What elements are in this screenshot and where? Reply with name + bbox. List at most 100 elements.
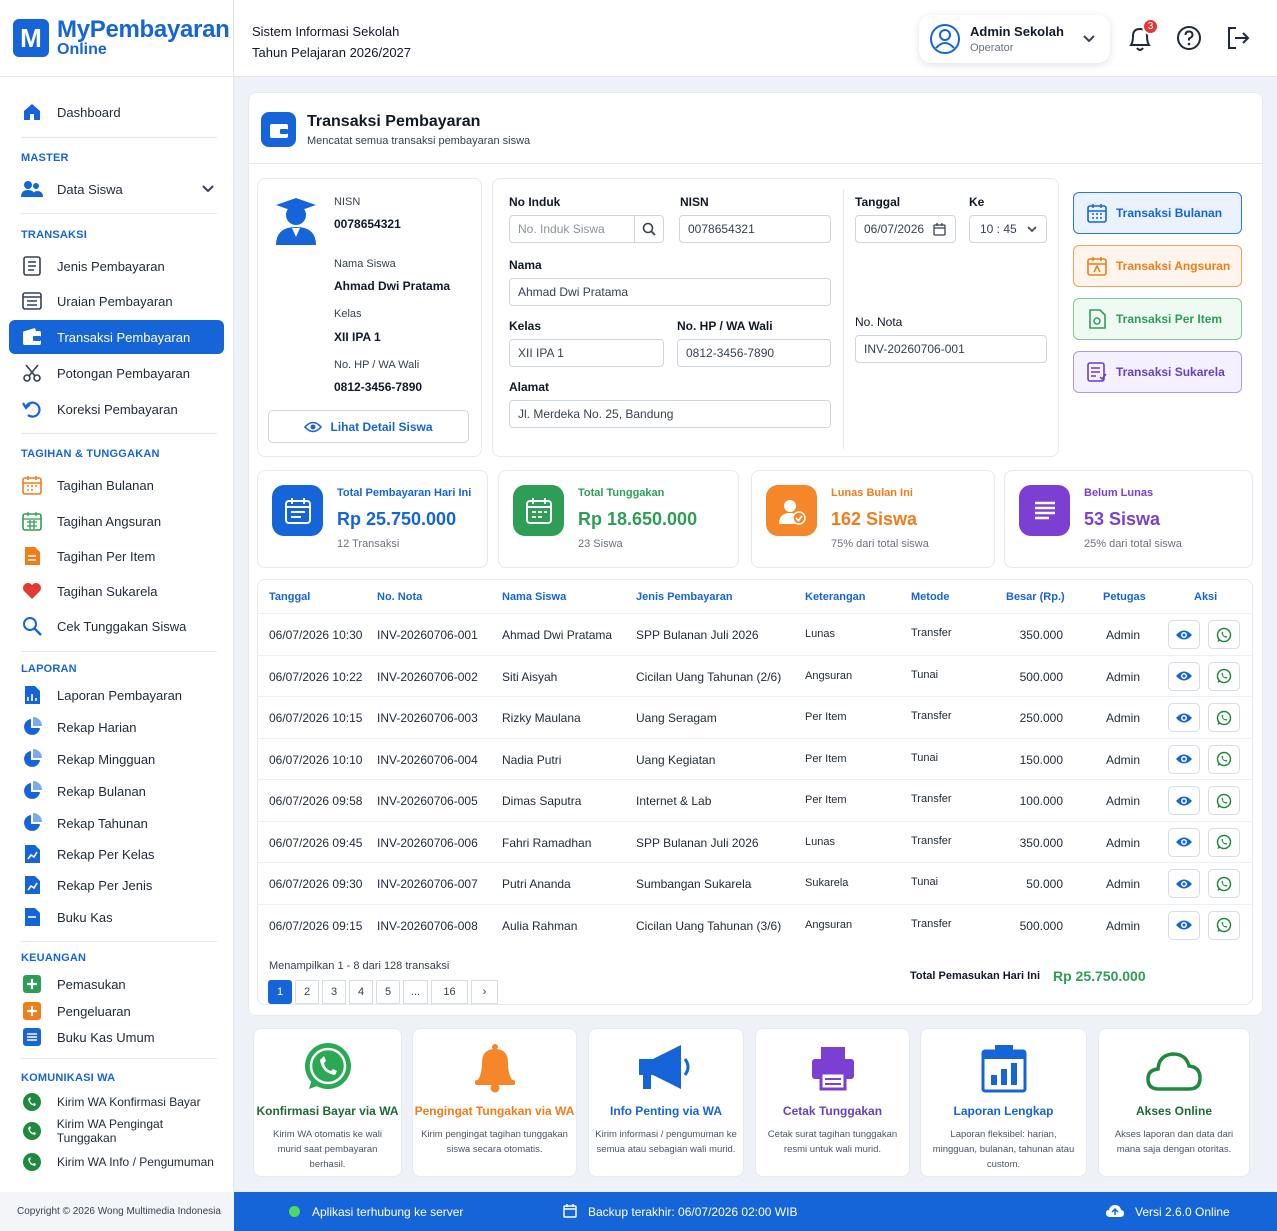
page-button[interactable]: 1 bbox=[268, 980, 292, 1004]
sidebar-item-rekap-per-jenis[interactable]: Rekap Per Jenis bbox=[9, 868, 224, 902]
sidebar-item-uraian-pembayaran[interactable]: Uraian Pembayaran bbox=[9, 284, 224, 318]
sidebar-item-dashboard[interactable]: Dashboard bbox=[9, 95, 224, 129]
sidebar-item-cek-tunggakan[interactable]: Cek Tunggakan Siswa bbox=[9, 609, 224, 643]
search-icon[interactable] bbox=[634, 216, 663, 242]
whatsapp-icon bbox=[254, 1041, 401, 1095]
transaksi-bulanan-button[interactable]: Transaksi Bulanan bbox=[1073, 192, 1242, 234]
whatsapp-send-button[interactable] bbox=[1208, 661, 1240, 691]
whatsapp-icon bbox=[1216, 793, 1232, 809]
tanggal-input[interactable]: 06/07/2026 bbox=[855, 215, 956, 243]
sidebar-item-wa-pengingat[interactable]: Kirim WA Pengingat Tunggakan bbox=[9, 1114, 224, 1148]
sidebar-item-tagihan-per-item[interactable]: Tagihan Per Item bbox=[9, 539, 224, 573]
feature-konfirmasi-wa[interactable]: Konfirmasi Bayar via WA Kirim WA otomati… bbox=[253, 1028, 402, 1177]
page-button[interactable]: 3 bbox=[322, 980, 346, 1004]
hp-label: No. HP / WA Wali bbox=[677, 319, 773, 333]
view-button[interactable] bbox=[1168, 620, 1200, 649]
list-icon bbox=[1086, 361, 1108, 383]
sidebar-item-buku-kas[interactable]: Buku Kas bbox=[9, 900, 224, 934]
user-menu[interactable]: Admin Sekolah Operator bbox=[919, 15, 1110, 63]
kelas-input[interactable]: XII IPA 1 bbox=[509, 339, 664, 367]
whatsapp-send-button[interactable] bbox=[1208, 869, 1240, 898]
transaksi-per-item-button[interactable]: Transaksi Per Item bbox=[1073, 298, 1242, 340]
sidebar-item-data-siswa[interactable]: Data Siswa bbox=[9, 172, 224, 206]
feature-akses-online[interactable]: Akses Online Akses laporan dan data dari… bbox=[1098, 1028, 1250, 1177]
sidebar-item-tagihan-bulanan[interactable]: Tagihan Bulanan bbox=[9, 468, 224, 502]
student-detail-button[interactable]: Lihat Detail Siswa bbox=[268, 410, 469, 443]
nisn-input[interactable]: 0078654321 bbox=[679, 215, 831, 243]
table-cell: 06/07/2026 09:30 bbox=[269, 877, 363, 891]
next-page-button[interactable]: › bbox=[471, 980, 498, 1004]
view-button[interactable] bbox=[1168, 786, 1200, 815]
sidebar-item-rekap-harian[interactable]: Rekap Harian bbox=[9, 710, 224, 744]
sidebar-item-label: Uraian Pembayaran bbox=[57, 293, 173, 309]
sidebar-item-buku-kas-umum[interactable]: Buku Kas Umum bbox=[9, 1020, 224, 1054]
sidebar-item-rekap-mingguan[interactable]: Rekap Mingguan bbox=[9, 742, 224, 776]
table-cell: Cicilan Uang Tahunan (2/6) bbox=[636, 669, 782, 684]
page-button[interactable]: ... bbox=[403, 980, 428, 1004]
whatsapp-send-button[interactable] bbox=[1208, 744, 1240, 774]
view-button[interactable] bbox=[1168, 827, 1200, 857]
page-button[interactable]: 5 bbox=[376, 980, 400, 1004]
sidebar-item-rekap-tahunan[interactable]: Rekap Tahunan bbox=[9, 806, 224, 840]
sidebar-item-tagihan-sukarela[interactable]: Tagihan Sukarela bbox=[9, 574, 224, 608]
table-cell: 500.000 bbox=[1019, 669, 1063, 684]
table-cell: 06/07/2026 10:15 bbox=[269, 711, 363, 725]
app-logo[interactable]: M MyPembayaran Online bbox=[13, 18, 230, 58]
school-info: Sistem Informasi Sekolah Tahun Pelajaran… bbox=[252, 21, 411, 63]
sidebar-item-wa-info[interactable]: Kirim WA Info / Pengumuman bbox=[9, 1145, 224, 1179]
transaksi-sukarela-button[interactable]: Transaksi Sukarela bbox=[1073, 351, 1242, 393]
whatsapp-send-button[interactable] bbox=[1208, 827, 1240, 857]
page-button[interactable]: 2 bbox=[295, 980, 319, 1004]
help-icon[interactable] bbox=[1175, 24, 1203, 54]
table-cell: 06/07/2026 10:10 bbox=[269, 752, 363, 767]
view-button[interactable] bbox=[1168, 910, 1200, 940]
feature-info-wa[interactable]: Info Penting via WA Kirim informasi / pe… bbox=[588, 1028, 744, 1177]
feature-cetak-tunggakan[interactable]: Cetak Tunggakan Cetak surat tagihan tung… bbox=[755, 1028, 910, 1177]
sidebar-item-koreksi-pembayaran[interactable]: Koreksi Pembayaran bbox=[9, 392, 224, 426]
feature-pengingat-wa[interactable]: Pengingat Tungakan via WA Kirim penginga… bbox=[412, 1028, 577, 1177]
whatsapp-send-button[interactable] bbox=[1208, 703, 1240, 732]
view-button[interactable] bbox=[1168, 744, 1200, 774]
nama-input[interactable]: Ahmad Dwi Pratama bbox=[509, 278, 831, 306]
view-button[interactable] bbox=[1168, 869, 1200, 898]
page-button[interactable]: 16 bbox=[431, 980, 468, 1004]
whatsapp-icon bbox=[21, 1120, 43, 1142]
table-cell: Admin bbox=[1106, 835, 1141, 850]
page-button[interactable]: 4 bbox=[349, 980, 373, 1004]
table-cell: INV-20260706-008 bbox=[377, 918, 478, 933]
view-button[interactable] bbox=[1168, 661, 1200, 691]
sidebar-item-potongan-pembayaran[interactable]: Potongan Pembayaran bbox=[9, 356, 224, 390]
sidebar-item-rekap-bulanan[interactable]: Rekap Bulanan bbox=[9, 774, 224, 808]
sidebar-item-transaksi-pembayaran[interactable]: Transaksi Pembayaran bbox=[9, 320, 224, 354]
sidebar-item-tagihan-angsuran[interactable]: Tagihan Angsuran bbox=[9, 504, 224, 538]
ke-select[interactable]: 10 : 45 bbox=[969, 215, 1047, 243]
table-row: 06/07/2026 10:10 INV-20260706-004 Nadia Pu… bbox=[257, 737, 1253, 779]
nota-input[interactable]: INV-20260706-001 bbox=[855, 335, 1047, 363]
hp-input[interactable]: 0812-3456-7890 bbox=[677, 339, 831, 367]
no-induk-input[interactable]: No. Induk Siswa bbox=[509, 215, 664, 243]
table-cell: Tunai bbox=[911, 876, 939, 888]
transaksi-angsuran-button[interactable]: Transaksi Angsuran bbox=[1073, 245, 1242, 287]
stat-lunas: Lunas Bulan Ini 162 Siswa 75% dari total… bbox=[751, 470, 995, 568]
stat-label: Total Pembayaran Hari Ini bbox=[337, 487, 472, 499]
logout-icon[interactable] bbox=[1224, 24, 1252, 54]
feature-laporan-lengkap[interactable]: Laporan Lengkap Laporan fleksibel: haria… bbox=[920, 1028, 1087, 1177]
stat-label: Belum Lunas bbox=[1084, 487, 1154, 499]
sidebar-item-jenis-pembayaran[interactable]: Jenis Pembayaran bbox=[9, 249, 224, 283]
whatsapp-send-button[interactable] bbox=[1208, 786, 1240, 815]
table-cell: Admin bbox=[1106, 918, 1141, 933]
student-class-label: Kelas bbox=[334, 308, 362, 320]
sidebar-item-rekap-per-kelas[interactable]: Rekap Per Kelas bbox=[9, 837, 224, 871]
table-cell: Transfer bbox=[911, 793, 952, 805]
whatsapp-send-button[interactable] bbox=[1208, 620, 1240, 649]
student-nisn-label: NISN bbox=[334, 196, 361, 208]
calendar-grid-icon bbox=[21, 510, 43, 532]
alamat-input[interactable]: Jl. Merdeka No. 25, Bandung bbox=[509, 400, 831, 428]
view-button[interactable] bbox=[1168, 703, 1200, 732]
col-no-nota: No. Nota bbox=[377, 591, 423, 603]
sidebar-item-label: Rekap Per Kelas bbox=[57, 846, 155, 862]
sidebar-item-laporan-pembayaran[interactable]: Laporan Pembayaran bbox=[9, 678, 224, 712]
stat-value: Rp 18.650.000 bbox=[578, 509, 698, 529]
whatsapp-send-button[interactable] bbox=[1208, 910, 1240, 940]
calendar-icon bbox=[513, 485, 564, 536]
